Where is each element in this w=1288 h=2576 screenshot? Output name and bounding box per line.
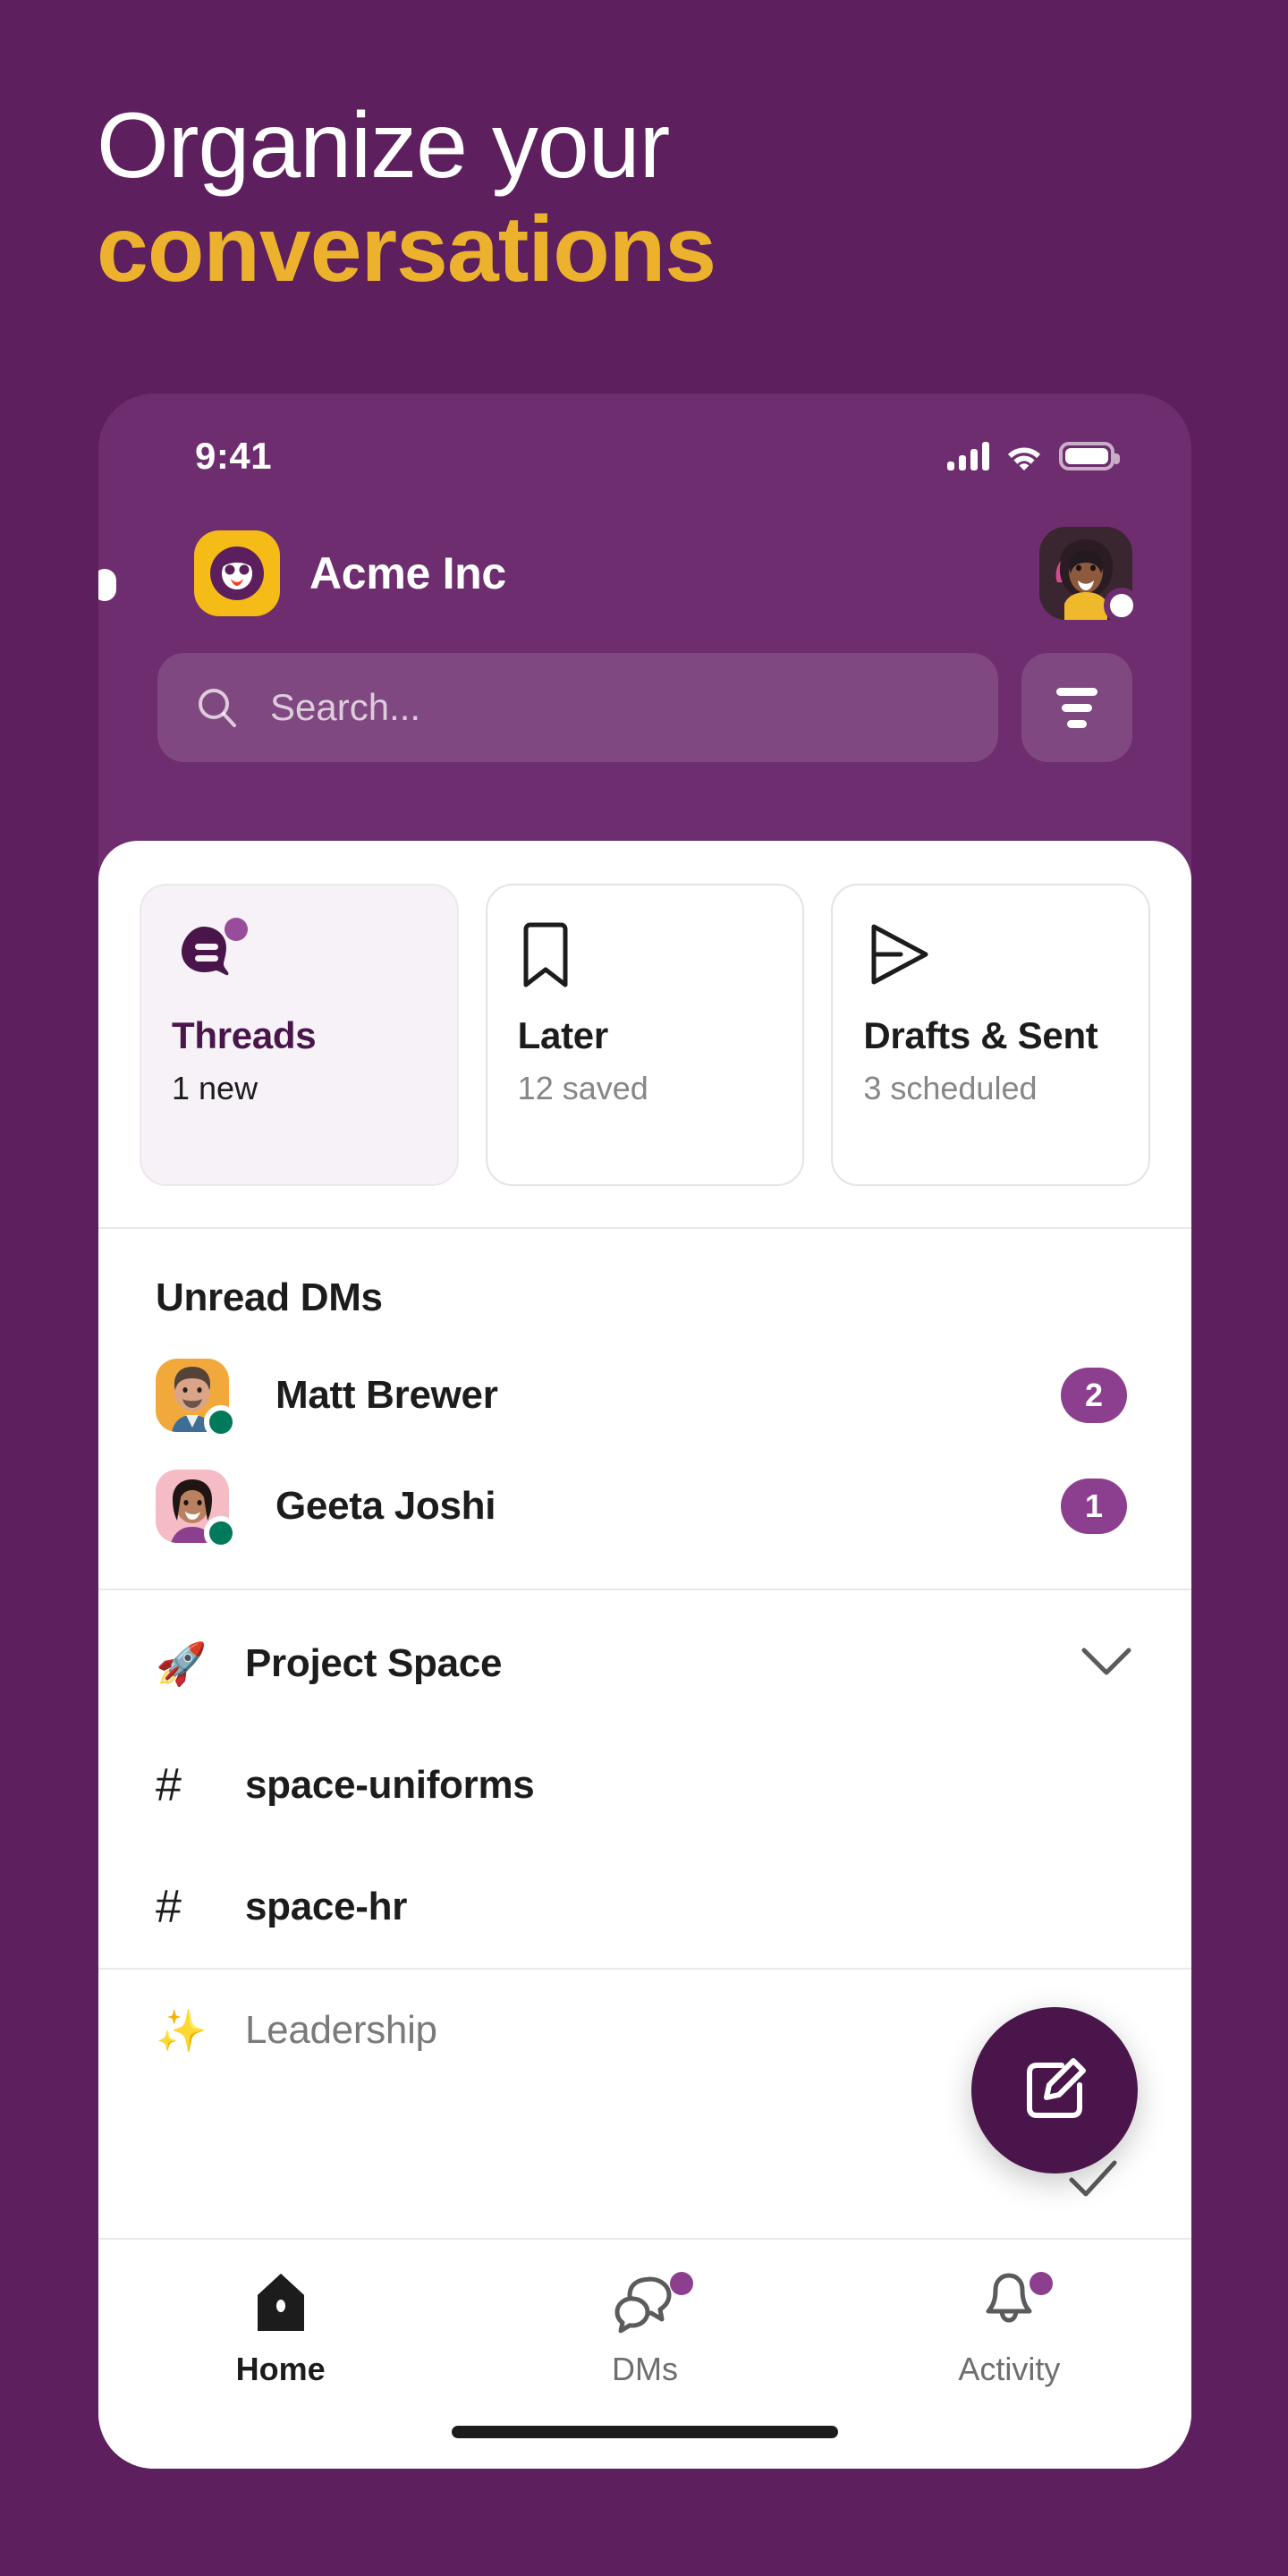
channel-label: space-uniforms <box>245 1763 535 1807</box>
nav-home[interactable]: Home <box>98 2270 462 2469</box>
unread-badge: 2 <box>1061 1368 1127 1423</box>
avatar <box>156 1359 238 1439</box>
nav-label: Home <box>235 2351 326 2387</box>
card-threads[interactable]: Threads 1 new <box>140 884 459 1186</box>
list-item[interactable]: Geeta Joshi 1 <box>98 1451 1191 1562</box>
unread-dms-title: Unread DMs <box>156 1275 383 1319</box>
dm-name: Geeta Joshi <box>275 1484 496 1528</box>
home-indicator <box>452 2426 838 2438</box>
hash-icon: # <box>156 1759 182 1811</box>
avatar[interactable] <box>1039 527 1140 623</box>
presence-indicator <box>204 1405 238 1439</box>
card-title: Threads <box>172 1014 317 1056</box>
channel-space-uniforms[interactable]: # space-uniforms <box>98 1724 1191 1846</box>
phone-mockup: 9:41 Acme Inc Search... Threads 1 new La… <box>98 394 1191 2469</box>
avatar <box>156 1470 238 1550</box>
unread-dms-list: Matt Brewer 2 Geeta Joshi 1 <box>98 1320 1191 1589</box>
card-title: Drafts & Sent <box>863 1014 1098 1056</box>
card-later[interactable]: Later 12 saved <box>485 884 805 1186</box>
battery-icon <box>1059 442 1120 470</box>
compose-button[interactable] <box>971 2007 1138 2174</box>
marketing-page: Organize your conversations 9:41 Acme In… <box>0 0 1288 2576</box>
list-item[interactable]: Matt Brewer 2 <box>98 1340 1191 1451</box>
card-subtitle: 12 saved <box>517 1070 648 1106</box>
dms-icon <box>611 2270 693 2334</box>
phone-side-button <box>98 569 116 601</box>
channel-label: space-hr <box>245 1885 408 1928</box>
paper-plane-icon <box>863 916 1123 1009</box>
nav-activity[interactable]: Activity <box>827 2270 1191 2469</box>
notification-dot <box>669 2272 693 2295</box>
app-header: Acme Inc <box>98 515 1191 631</box>
filter-button[interactable] <box>1021 653 1132 762</box>
cellular-signal-icon <box>947 442 989 470</box>
presence-indicator <box>1104 588 1140 623</box>
compose-icon <box>1027 2058 1086 2118</box>
home-icon <box>250 2270 311 2334</box>
nav-dms[interactable]: DMs <box>462 2270 826 2469</box>
marketing-headline: Organize your conversations <box>97 94 1170 301</box>
hash-icon: # <box>156 1881 182 1933</box>
search-icon <box>199 689 236 727</box>
nav-label: DMs <box>611 2351 678 2387</box>
card-title: Later <box>517 1014 609 1056</box>
section-label: Leadership <box>245 2008 437 2052</box>
dm-name: Matt Brewer <box>275 1373 498 1417</box>
threads-icon <box>172 916 432 1009</box>
bookmark-icon <box>518 916 778 1009</box>
nav-label: Activity <box>958 2351 1061 2387</box>
workspace-name[interactable]: Acme Inc <box>309 547 506 599</box>
section-project-space[interactable]: 🚀 Project Space <box>98 1603 1191 1724</box>
search-placeholder: Search... <box>270 686 421 728</box>
wifi-icon <box>1008 447 1040 470</box>
card-subtitle: 3 scheduled <box>863 1070 1038 1106</box>
content-sheet: Threads 1 new Later 12 saved Drafts & Se… <box>98 841 1191 2469</box>
headline-line-1: Organize your <box>97 94 670 198</box>
card-subtitle: 1 new <box>172 1070 258 1106</box>
rocket-icon: 🚀 <box>156 1640 208 1687</box>
chevron-down-icon[interactable] <box>1079 1645 1134 1683</box>
notification-dot <box>1030 2272 1054 2295</box>
presence-indicator <box>204 1516 238 1550</box>
card-drafts-sent[interactable]: Drafts & Sent 3 scheduled <box>831 884 1151 1186</box>
filter-icon <box>1056 687 1097 728</box>
search-input[interactable]: Search... <box>157 653 998 762</box>
headline-line-2: conversations <box>97 198 716 301</box>
acme-logo-icon[interactable] <box>194 530 280 616</box>
status-bar: 9:41 <box>98 420 1191 492</box>
status-icons <box>947 442 1120 470</box>
search-row: Search... <box>98 653 1191 762</box>
bell-icon <box>979 2270 1054 2334</box>
status-time: 9:41 <box>195 435 273 477</box>
channel-space-hr[interactable]: # space-hr <box>98 1846 1191 1968</box>
shortcut-cards: Threads 1 new Later 12 saved Drafts & Se… <box>98 841 1191 1186</box>
section-label: Project Space <box>245 1641 503 1685</box>
sparkles-icon: ✨ <box>156 2006 208 2054</box>
unread-badge: 1 <box>1061 1479 1127 1534</box>
